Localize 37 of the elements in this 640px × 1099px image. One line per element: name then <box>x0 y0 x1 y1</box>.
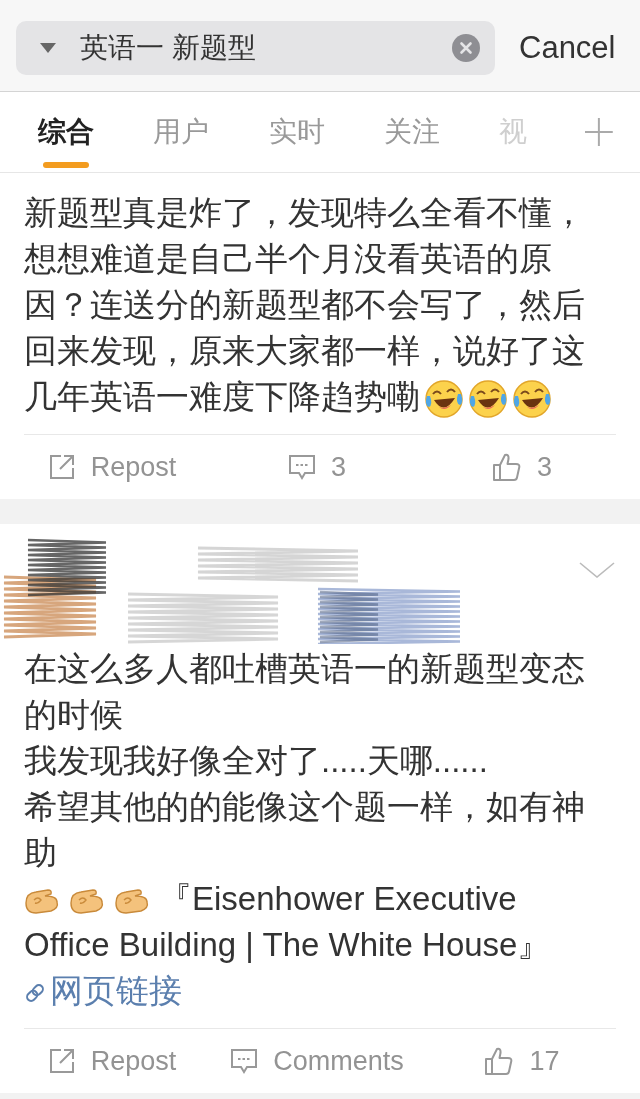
post-text: 『Eisenhower Executive <box>159 880 517 917</box>
tab[interactable]: 用户 <box>124 92 240 172</box>
thumbs-up-icon <box>485 1047 514 1075</box>
post-text: 几年英语一难度下降趋势嘞 <box>24 378 420 415</box>
search-field[interactable]: 英语一 新题型 <box>16 20 495 75</box>
post-text: 新题型真是炸了，发现特么全看不懂，想想难道是自己半个月没看英语的原因？连送分的新题型都不会写了，然后回来发现，原来大家都一样，说好了这 <box>24 194 585 369</box>
laughing-face-icon <box>512 379 552 420</box>
repost-button[interactable]: Repost <box>48 1045 177 1077</box>
repost-button[interactable]: Repost <box>48 451 177 483</box>
chevron-down-icon[interactable] <box>579 562 615 578</box>
thumbs-up-icon <box>493 453 521 481</box>
caret-icon[interactable] <box>40 42 56 53</box>
like-button[interactable]: 17 <box>485 1045 560 1077</box>
web-link[interactable]: 网页链接 <box>24 972 182 1009</box>
plus-icon[interactable] <box>585 118 613 146</box>
post-text: Office Building | The White House』 <box>24 926 551 963</box>
post-text: 在这么多人都吐槽英语一的新题型变态的时候 <box>24 650 585 733</box>
tab[interactable]: 实时 <box>239 92 355 172</box>
post-text: 希望其他的的能像这个题一样，如有神助 <box>24 788 585 871</box>
repost-icon <box>48 1048 75 1074</box>
clear-icon[interactable] <box>452 33 480 62</box>
hand-icon <box>24 886 60 917</box>
laughing-face-icon <box>424 379 464 420</box>
post-text: 我发现我好像全对了.....天哪...... <box>24 742 488 779</box>
comment-icon <box>289 454 315 480</box>
hand-icon <box>69 886 105 917</box>
laughing-face-icon <box>468 379 508 420</box>
tab[interactable]: 综合 <box>9 92 125 172</box>
cancel-button[interactable]: Cancel <box>519 29 616 66</box>
tab[interactable]: 关注 <box>354 92 470 172</box>
comment-button[interactable]: 3 <box>289 451 346 483</box>
like-button[interactable]: 3 <box>493 451 552 483</box>
link-icon <box>24 982 46 1005</box>
repost-icon <box>48 454 75 480</box>
hand-icon <box>114 886 150 917</box>
comment-icon <box>231 1048 258 1074</box>
comment-button[interactable]: Comments <box>231 1045 404 1077</box>
